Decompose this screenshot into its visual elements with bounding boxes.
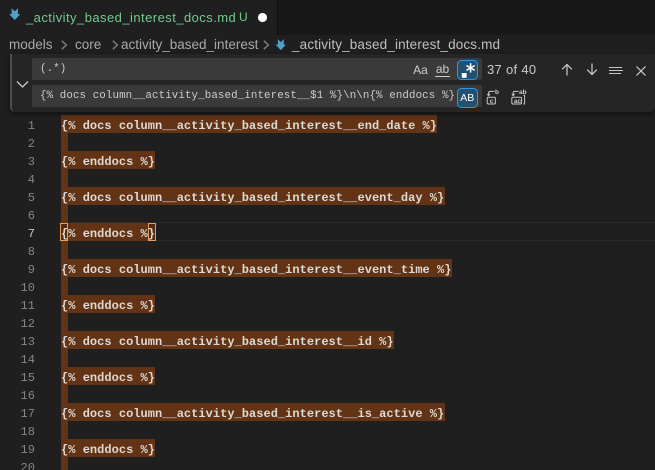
- svg-text:ab: ab: [519, 89, 527, 96]
- svg-text:ac: ac: [514, 98, 522, 105]
- svg-text:c: c: [490, 98, 494, 105]
- svg-text:b: b: [495, 89, 499, 96]
